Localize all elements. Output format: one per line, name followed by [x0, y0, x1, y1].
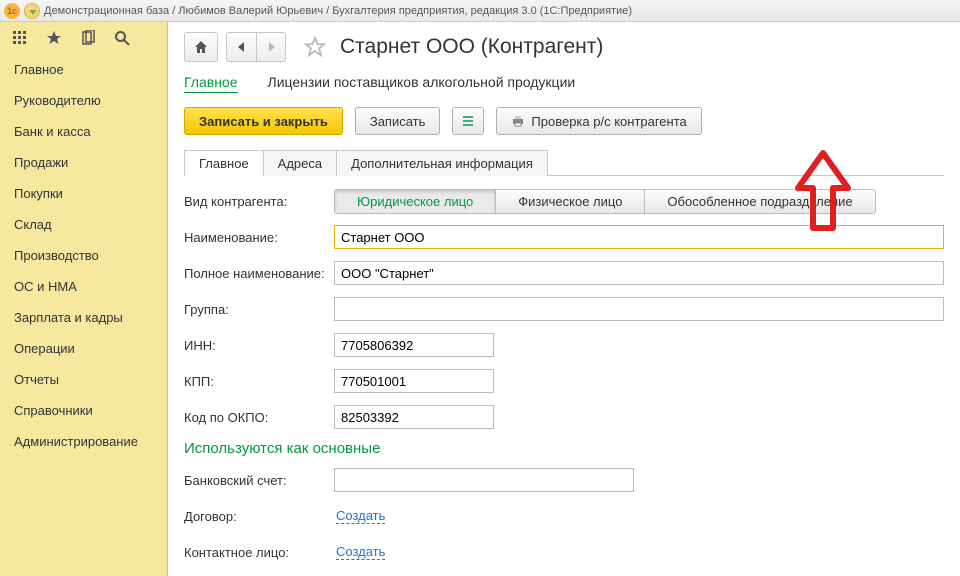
tab-main[interactable]: Главное [184, 150, 264, 176]
nav-back-forward [226, 32, 286, 62]
kpp-label: КПП: [184, 374, 334, 389]
sidebar: ГлавноеРуководителюБанк и кассаПродажиПо… [0, 22, 168, 576]
tab-extra-info[interactable]: Дополнительная информация [337, 150, 548, 176]
search-icon[interactable] [114, 30, 130, 46]
list-button[interactable] [452, 107, 484, 135]
sidebar-iconrow [0, 22, 167, 54]
subtab-licenses[interactable]: Лицензии поставщиков алкогольной продукц… [268, 74, 576, 93]
forward-button[interactable] [256, 32, 286, 62]
sidebar-item-3[interactable]: Продажи [0, 147, 167, 178]
form-area: Вид контрагента: Юридическое лицо Физиче… [184, 176, 944, 565]
sidebar-item-5[interactable]: Склад [0, 209, 167, 240]
sidebar-item-10[interactable]: Отчеты [0, 364, 167, 395]
save-button[interactable]: Записать [355, 107, 441, 135]
fullname-label: Полное наименование: [184, 266, 334, 281]
arrow-left-icon [235, 40, 249, 54]
name-label: Наименование: [184, 230, 334, 245]
favorite-star-icon[interactable] [304, 36, 326, 58]
inn-label: ИНН: [184, 338, 334, 353]
sidebar-item-11[interactable]: Справочники [0, 395, 167, 426]
subtab-main[interactable]: Главное [184, 74, 238, 93]
home-icon [193, 39, 209, 55]
name-input[interactable] [334, 225, 944, 249]
sidebar-item-0[interactable]: Главное [0, 54, 167, 85]
page-subtabs: Главное Лицензии поставщиков алкогольной… [184, 74, 944, 93]
contact-label: Контактное лицо: [184, 545, 334, 560]
tabstrip: Главное Адреса Дополнительная информация [184, 149, 944, 176]
home-button[interactable] [184, 32, 218, 62]
page-title: Старнет ООО (Контрагент) [340, 35, 603, 59]
group-label: Группа: [184, 302, 334, 317]
star-icon[interactable] [46, 30, 62, 46]
arrow-right-icon [264, 40, 278, 54]
check-account-button[interactable]: Проверка р/с контрагента [496, 107, 701, 135]
window-title: Демонстрационная база / Любимов Валерий … [44, 5, 632, 17]
sidebar-item-2[interactable]: Банк и касса [0, 116, 167, 147]
app-logo-icon: 1c [4, 3, 20, 19]
sidebar-item-7[interactable]: ОС и НМА [0, 271, 167, 302]
back-button[interactable] [226, 32, 256, 62]
sidebar-item-6[interactable]: Производство [0, 240, 167, 271]
section-defaults: Используются как основные [184, 440, 944, 457]
okpo-input[interactable] [334, 405, 494, 429]
contact-create-link[interactable]: Создать [336, 544, 385, 560]
contract-label: Договор: [184, 509, 334, 524]
toolbar: Записать и закрыть Записать Проверка р/с… [184, 107, 944, 135]
sidebar-item-12[interactable]: Администрирование [0, 426, 167, 457]
history-icon[interactable] [80, 30, 96, 46]
kind-branch[interactable]: Обособленное подразделение [645, 189, 875, 214]
kind-legal[interactable]: Юридическое лицо [334, 189, 496, 214]
save-and-close-button[interactable]: Записать и закрыть [184, 107, 343, 135]
kind-individual[interactable]: Физическое лицо [496, 189, 645, 214]
group-input[interactable] [334, 297, 944, 321]
kpp-input[interactable] [334, 369, 494, 393]
tab-addresses[interactable]: Адреса [264, 150, 337, 176]
window-titlebar: 1c Демонстрационная база / Любимов Валер… [0, 0, 960, 22]
check-account-label: Проверка р/с контрагента [531, 114, 686, 129]
sidebar-item-8[interactable]: Зарплата и кадры [0, 302, 167, 333]
fullname-input[interactable] [334, 261, 944, 285]
list-icon [461, 114, 475, 128]
app-menu-dropdown-icon[interactable] [24, 3, 40, 19]
okpo-label: Код по ОКПО: [184, 410, 334, 425]
sidebar-item-9[interactable]: Операции [0, 333, 167, 364]
apps-grid-icon[interactable] [12, 30, 28, 46]
sidebar-item-4[interactable]: Покупки [0, 178, 167, 209]
bank-label: Банковский счет: [184, 473, 334, 488]
contract-create-link[interactable]: Создать [336, 508, 385, 524]
inn-input[interactable] [334, 333, 494, 357]
bank-input[interactable] [334, 468, 634, 492]
main-content: Старнет ООО (Контрагент) Главное Лицензи… [168, 22, 960, 576]
printer-icon [511, 114, 525, 128]
kind-segment: Юридическое лицо Физическое лицо Обособл… [334, 189, 876, 214]
sidebar-item-1[interactable]: Руководителю [0, 85, 167, 116]
kind-label: Вид контрагента: [184, 194, 334, 209]
